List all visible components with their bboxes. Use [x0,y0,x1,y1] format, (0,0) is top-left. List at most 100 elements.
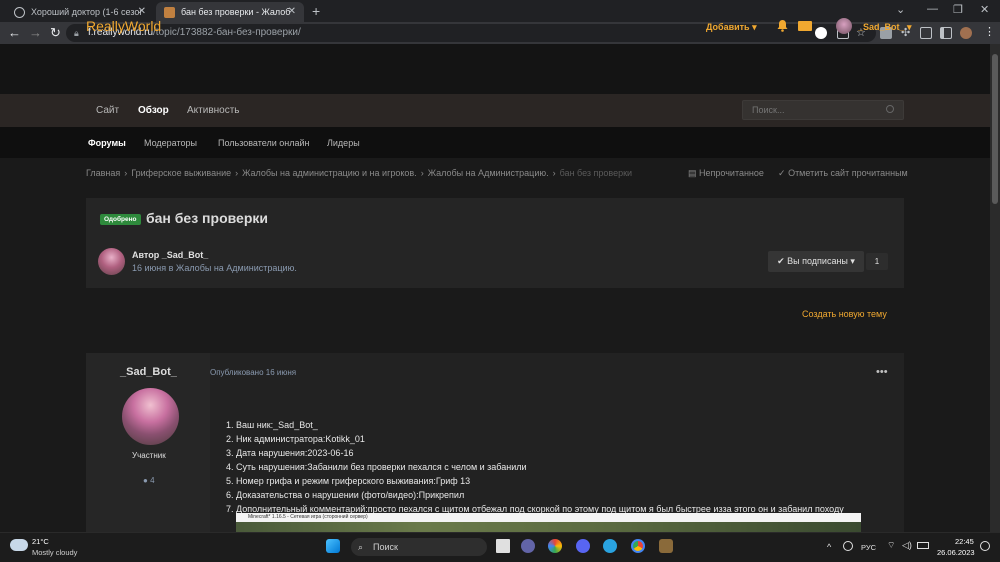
post-screenshot-image[interactable]: Minecraft* 1.16.5 - Сетевая игра (сторон… [236,513,861,533]
author-avatar[interactable] [98,248,125,275]
breadcrumb: Главная › Гриферское выживание › Жалобы на а… [86,168,632,178]
mark-read-link[interactable]: ✓ Отметить сайт прочитанным [778,168,908,179]
unread-label: Непрочитанное [699,168,764,178]
subscriber-count: 1 [866,253,888,270]
breadcrumb-separator: › [552,168,556,178]
nav-activity[interactable]: Активность [187,105,240,116]
check-icon: ✓ [778,168,786,178]
browser-menu-icon[interactable]: ⋮ [984,25,995,38]
post-author-avatar[interactable] [122,388,179,445]
site-header [0,44,990,94]
add-menu-label: Добавить [706,22,750,32]
scrollbar-thumb[interactable] [992,54,998,204]
battery-icon[interactable] [917,542,929,549]
teams-chat-icon[interactable] [521,539,535,553]
reload-button[interactable]: ↻ [50,25,61,41]
user-menu-label: _Sad_Bot_ [858,22,905,32]
network-status-icon[interactable] [843,541,853,551]
tab-search-icon[interactable]: ⌄ [896,3,905,16]
browser-tab-2[interactable]: бан без проверки - Жалобы на ✕ [156,2,304,22]
search-icon[interactable] [886,105,894,113]
notification-center-icon[interactable] [980,541,990,551]
url-path: /topic/173882-бан-без-проверки/ [153,27,301,38]
post-author-name[interactable]: _Sad_Bot_ [120,366,177,378]
back-button[interactable]: ← [8,25,21,40]
breadcrumb-griefer[interactable]: Гриферское выживание [131,168,231,178]
user-menu-button[interactable]: _Sad_Bot_ ▾ [858,22,912,33]
task-view-icon[interactable] [496,539,510,553]
list-item: 6. Доказательства о нарушении (фото/виде… [226,490,465,500]
breadcrumb-current: бан без проверки [559,168,633,178]
breadcrumb-separator: › [235,168,239,178]
subnav-leaders[interactable]: Лидеры [327,138,360,148]
breadcrumb-home[interactable]: Главная [86,168,120,178]
profile-avatar[interactable] [960,27,972,39]
author-label[interactable]: Автор _Sad_Bot_ [132,250,208,260]
breadcrumb-separator: › [124,168,128,178]
discord-icon[interactable] [576,539,590,553]
add-menu-button[interactable]: Добавить ▾ [706,22,757,33]
nav-site[interactable]: Сайт [96,105,119,116]
chrome-icon[interactable] [631,539,645,553]
taskbar-search[interactable]: ⌕ Поиск [351,538,487,556]
new-tab-button[interactable]: + [312,3,320,19]
sidepanel-icon[interactable] [940,27,952,39]
subnav-online-users[interactable]: Пользователи онлайн [218,138,309,148]
subscribe-label: Вы подписаны [787,256,848,266]
notification-bell-icon[interactable] [776,19,789,32]
language-indicator[interactable]: РУС [861,543,876,552]
minecraft-icon[interactable] [659,539,673,553]
mark-read-label: Отметить сайт прочитанным [788,168,908,178]
post-date: Опубликовано 16 июня [210,368,297,377]
telegram-icon[interactable] [603,539,617,553]
comment-icon: ● [143,476,148,485]
media-icon[interactable] [920,27,932,39]
weather-temperature[interactable]: 21°C [32,537,49,546]
status-badge: Одобрено [100,214,141,225]
list-item: 2. Ник администратора:Kotikk_01 [226,434,365,444]
breadcrumb-complaints[interactable]: Жалобы на администрацию и на игроков. [242,168,417,178]
wifi-icon[interactable]: ⌔ [887,540,895,551]
weather-description[interactable]: Mostly cloudy [32,548,77,557]
tab-title: бан без проверки - Жалобы на [181,7,291,17]
forward-button[interactable]: → [29,25,42,40]
tab-title: Хороший доктор (1-6 сезон) см [31,7,141,17]
minimize-button[interactable]: — [927,3,938,15]
list-item: 4. Суть нарушения:Забанили без проверки … [226,462,527,472]
create-topic-button[interactable]: Создать новую тему [802,309,887,319]
subnav-forums[interactable]: Форумы [88,138,126,148]
post-author-rank: Участник [132,451,166,460]
user-avatar[interactable] [836,18,852,34]
post-menu-icon[interactable]: ••• [876,366,888,378]
close-tab-icon[interactable]: ✕ [138,6,146,17]
windows-start-icon[interactable] [326,539,340,553]
check-icon: ✔ [777,256,785,266]
nav-overview[interactable]: Обзор [138,105,169,116]
post-count-value: 4 [150,476,155,485]
image-caption: Minecraft* 1.16.5 - Сетевая игра (сторон… [236,513,861,522]
search-input[interactable] [742,100,904,120]
breadcrumb-admin-complaints[interactable]: Жалобы на Администрацию. [428,168,549,178]
breadcrumb-separator: › [420,168,424,178]
list-item: 5. Номер грифа и режим гриферского выжив… [226,476,471,486]
chevron-up-icon[interactable]: ^ [827,542,831,552]
color-app-icon[interactable] [548,539,562,553]
clock-date[interactable]: 26.06.2023 [937,548,975,557]
volume-icon[interactable]: ◁) [902,540,912,551]
list-item: 1. Ваш ник:_Sad_Bot_ [226,420,318,430]
site-favicon-icon [164,6,175,18]
restore-button[interactable]: ❐ [953,3,963,16]
site-logo[interactable]: ReallyWorld [86,18,161,34]
messages-icon[interactable] [798,21,812,31]
google-icon[interactable] [815,27,827,39]
subnav-moderators[interactable]: Модераторы [144,138,197,148]
subscribe-button[interactable]: ✔ Вы подписаны ▾ [768,251,864,272]
unread-link[interactable]: ▤ Непрочитанное [688,168,764,179]
eye-icon [14,6,25,18]
lock-icon[interactable]: 🔒︎ [74,24,79,42]
close-window-button[interactable]: ✕ [980,3,989,16]
weather-cloud-icon[interactable] [10,539,28,551]
close-tab-icon[interactable]: ✕ [288,6,296,17]
clock-time[interactable]: 22:45 [955,537,974,546]
post-count[interactable]: ● 4 [143,476,155,485]
